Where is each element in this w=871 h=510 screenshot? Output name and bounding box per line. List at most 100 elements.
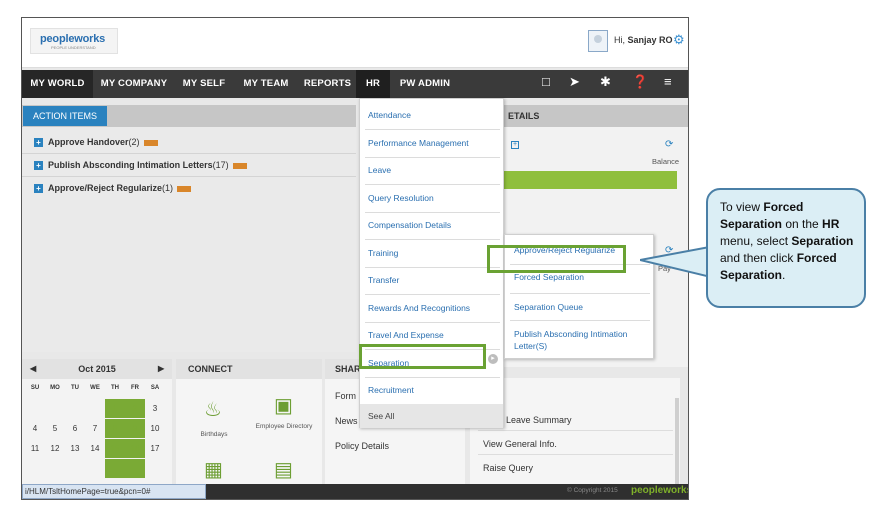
hr-menu-item-recruitment[interactable]: Recruitment bbox=[360, 377, 503, 404]
calendar-day[interactable]: 12 bbox=[45, 439, 65, 458]
leave-summary-link[interactable]: Leave Summary bbox=[506, 415, 572, 425]
raise-query-link[interactable]: Raise Query bbox=[483, 463, 533, 473]
calendar-day[interactable]: 14 bbox=[85, 439, 105, 458]
calendar-day[interactable] bbox=[125, 459, 145, 478]
scrollbar[interactable] bbox=[675, 398, 679, 484]
action-item-row[interactable]: + Publish Absconding Intimation Letters(1… bbox=[34, 160, 247, 171]
gear-icon[interactable]: ⚙ bbox=[673, 32, 685, 48]
footer: i/HLM/TsltHomePage=true&pcn=0# © Copyrig… bbox=[22, 484, 689, 499]
calendar-day[interactable]: 2 bbox=[125, 399, 145, 418]
logo-tagline: PEOPLE UNDERSTAND bbox=[51, 45, 96, 50]
callout-text-part: Separation bbox=[791, 234, 854, 248]
calendar-day[interactable]: 10 bbox=[145, 419, 165, 438]
submenu-item-separation-queue[interactable]: Separation Queue bbox=[514, 301, 646, 313]
nav-my-company[interactable]: MY COMPANY bbox=[93, 70, 175, 98]
hr-menu-item-compensation-details[interactable]: Compensation Details bbox=[360, 212, 503, 239]
divider bbox=[22, 153, 356, 154]
submenu-arrow-icon[interactable]: ▸ bbox=[488, 354, 498, 364]
tools-icon[interactable]: ✱ bbox=[600, 74, 611, 90]
submenu-item-publish-absconding-intimation-letter[interactable]: Publish Absconding Intimation Letter(S) bbox=[514, 328, 646, 352]
callout-pointer bbox=[640, 244, 715, 280]
divider bbox=[22, 176, 356, 177]
gift-icon[interactable]: ▦ bbox=[204, 457, 223, 482]
calendar-day[interactable]: 9 bbox=[125, 419, 145, 438]
calendar-day[interactable]: 1 bbox=[105, 399, 125, 418]
expand-icon[interactable]: + bbox=[34, 184, 43, 194]
action-item-label: Approve Handover bbox=[48, 137, 129, 147]
calendar-day[interactable]: 17 bbox=[145, 439, 165, 458]
nav-my-self[interactable]: MY SELF bbox=[175, 70, 233, 98]
avatar[interactable] bbox=[588, 30, 608, 52]
action-items-bar: ACTION ITEMS bbox=[22, 105, 356, 127]
calendar-day[interactable]: 6 bbox=[65, 419, 85, 438]
refresh-icon[interactable]: ⟳ bbox=[665, 139, 673, 150]
calendar-weekday: TU bbox=[71, 385, 79, 391]
nav-my-team[interactable]: MY TEAM bbox=[233, 70, 299, 98]
calendar-day[interactable]: 16 bbox=[125, 439, 145, 458]
form-link[interactable]: Form bbox=[335, 391, 356, 401]
balance-bar bbox=[492, 171, 677, 189]
calendar-day[interactable] bbox=[105, 459, 125, 478]
employee-directory-label[interactable]: Employee Directory bbox=[254, 423, 314, 430]
callout-text-part: . bbox=[782, 268, 786, 282]
user-name[interactable]: Sanjay RO bbox=[628, 35, 673, 45]
nav-reports[interactable]: REPORTS bbox=[299, 70, 356, 98]
expand-icon[interactable]: + bbox=[34, 161, 43, 171]
calendar-day bbox=[85, 399, 105, 418]
new-badge bbox=[143, 139, 158, 146]
calendar-weekday: SU bbox=[30, 385, 40, 391]
view-general-info-link[interactable]: View General Info. bbox=[483, 439, 557, 449]
connect-title: CONNECT bbox=[176, 359, 322, 379]
expand-icon[interactable]: + bbox=[511, 141, 519, 149]
balance-label: Balance bbox=[652, 157, 680, 166]
calendar-day[interactable]: 7 bbox=[85, 419, 105, 438]
help-icon[interactable]: ❓ bbox=[632, 74, 648, 90]
divider bbox=[478, 454, 673, 455]
calendar-day[interactable]: 13 bbox=[65, 439, 85, 458]
calendar-day[interactable]: 11 bbox=[25, 439, 45, 458]
hr-menu-item-query-resolution[interactable]: Query Resolution bbox=[360, 185, 503, 212]
news-link[interactable]: News bbox=[335, 416, 358, 426]
policy-details-link[interactable]: Policy Details bbox=[335, 441, 389, 451]
directory-icon[interactable]: ▣ bbox=[274, 393, 293, 418]
action-item-row[interactable]: + Approve Handover(2) bbox=[34, 137, 158, 148]
calendar-day[interactable]: 15 bbox=[105, 439, 125, 458]
action-item-row[interactable]: + Approve/Reject Regularize(1) bbox=[34, 183, 192, 194]
nav-my-world[interactable]: MY WORLD bbox=[22, 70, 93, 98]
birthdays-label[interactable]: Birthdays bbox=[184, 431, 244, 438]
calendar-day[interactable]: 3 bbox=[145, 399, 165, 418]
cake-icon[interactable]: ♨ bbox=[204, 397, 222, 422]
nav-hr[interactable]: HR bbox=[356, 70, 390, 98]
copyright-text: © Copyright 2015 bbox=[567, 487, 618, 494]
menu-icon[interactable]: ≡ bbox=[664, 74, 672, 89]
hr-menu-item-see-all[interactable]: See All bbox=[360, 404, 503, 428]
hr-menu-item-rewards-and-recognitions[interactable]: Rewards And Recognitions bbox=[360, 295, 503, 322]
next-month-icon[interactable]: ▶ bbox=[158, 359, 164, 379]
main-nav: MY WORLD MY COMPANY MY SELF MY TEAM REPO… bbox=[22, 70, 688, 98]
action-item-label: Publish Absconding Intimation Letters bbox=[48, 160, 213, 170]
book-icon[interactable]: □ bbox=[542, 74, 550, 89]
hr-menu-item-transfer[interactable]: Transfer bbox=[360, 267, 503, 294]
instruction-callout: To view Forced Separation on the HR menu… bbox=[706, 188, 866, 308]
calendar-weekday: WE bbox=[90, 385, 100, 391]
card-icon[interactable]: ▤ bbox=[274, 457, 293, 482]
calendar-day[interactable]: 4 bbox=[25, 419, 45, 438]
nav-pw-admin[interactable]: PW ADMIN bbox=[390, 70, 460, 98]
new-badge bbox=[232, 162, 247, 169]
footer-logo: peopleworks bbox=[631, 485, 689, 496]
hr-menu-item-attendance[interactable]: Attendance bbox=[360, 102, 503, 129]
calendar-day[interactable]: 5 bbox=[45, 419, 65, 438]
calendar-day[interactable]: 8 bbox=[105, 419, 125, 438]
divider bbox=[478, 430, 673, 431]
hr-menu-item-performance-management[interactable]: Performance Management bbox=[360, 130, 503, 157]
tab-action-items[interactable]: ACTION ITEMS bbox=[23, 106, 108, 126]
expand-icon[interactable]: + bbox=[34, 138, 43, 148]
peopleworks-logo[interactable]: peopleworks PEOPLE UNDERSTAND bbox=[30, 28, 118, 54]
app-header: peopleworks PEOPLE UNDERSTAND Hi, Sanjay… bbox=[22, 18, 688, 68]
hr-menu-item-training[interactable]: Training bbox=[360, 240, 503, 267]
calendar-day bbox=[45, 399, 65, 418]
callout-text-part: on the bbox=[782, 217, 823, 231]
pin-icon[interactable]: ➤ bbox=[569, 74, 580, 90]
hr-menu-item-leave[interactable]: Leave bbox=[360, 157, 503, 184]
prev-month-icon[interactable]: ◀ bbox=[30, 359, 36, 379]
